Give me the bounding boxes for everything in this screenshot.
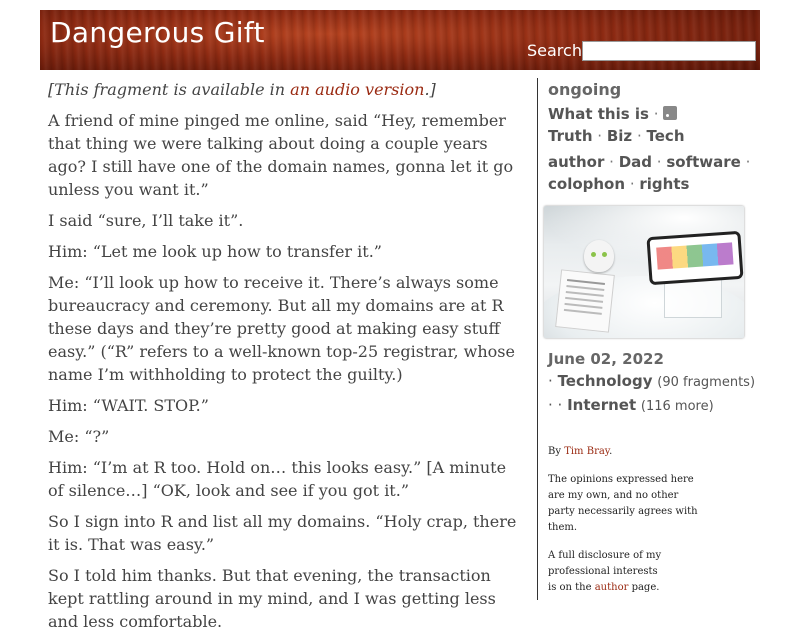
year-link[interactable]: 2022 xyxy=(622,350,664,368)
opinions-disclaimer: The opinions expressed here are my own, … xyxy=(548,474,698,533)
paragraph: A friend of mine pinged me online, said … xyxy=(48,111,514,199)
paragraph: Me: “?” xyxy=(48,427,110,446)
phone-display xyxy=(646,230,744,286)
nav-colophon[interactable]: colophon xyxy=(548,175,625,193)
paragraph: I said “sure, I’ll take it”. xyxy=(48,211,244,230)
paragraph: Me: “I’ll look up how to receive it. The… xyxy=(48,273,515,384)
android-robot-figure xyxy=(584,240,614,272)
paragraph: So I told him thanks. But that evening, … xyxy=(48,566,496,631)
page-title: Dangerous Gift xyxy=(50,16,265,49)
sidebar: ongoing What this is · Truth · Biz · Tec… xyxy=(544,78,788,593)
paragraph: Him: “I’m at R too. Hold on… this looks … xyxy=(48,458,507,500)
search-input[interactable] xyxy=(582,41,756,61)
paragraph: Him: “Let me look up how to transfer it.… xyxy=(48,242,382,261)
nav-dad[interactable]: Dad xyxy=(619,153,652,171)
byline: By Tim Bray. xyxy=(548,446,613,457)
article-date: June 02, 2022 xyxy=(548,350,664,368)
article-meta: June 02, 2022 · Technology (90 fragments… xyxy=(548,348,788,418)
site-nav: What this is · Truth · Biz · Tech author… xyxy=(548,105,751,193)
category-link-technology[interactable]: Technology xyxy=(558,372,653,390)
date-link[interactable]: June 02 xyxy=(548,350,611,368)
header-banner: Dangerous Gift Search xyxy=(40,10,760,70)
audio-version-link[interactable]: an audio version xyxy=(290,80,424,99)
nav-author[interactable]: author xyxy=(548,153,604,171)
nav-rights[interactable]: rights xyxy=(639,175,689,193)
nav-biz[interactable]: Biz xyxy=(607,127,632,145)
search-label: Search xyxy=(527,41,582,60)
article-body: [This fragment is available in an audio … xyxy=(48,78,524,641)
nav-what-this-is[interactable]: What this is xyxy=(548,105,649,123)
paragraph: So I sign into R and list all my domains… xyxy=(48,512,517,554)
audio-note: [This fragment is available in an audio … xyxy=(48,80,436,99)
paragraph: Him: “WAIT. STOP.” xyxy=(48,396,209,415)
rss-icon[interactable] xyxy=(663,106,678,120)
category-link-internet[interactable]: Internet xyxy=(567,396,636,414)
author-name-link[interactable]: Tim Bray xyxy=(564,446,609,457)
category-internet: · · Internet (116 more) xyxy=(548,396,714,414)
site-title[interactable]: ongoing xyxy=(548,80,788,99)
nav-tech[interactable]: Tech xyxy=(647,127,685,145)
column-divider xyxy=(537,78,538,600)
disclosure-note: A full disclosure of my professional int… xyxy=(548,550,662,593)
nav-software[interactable]: software xyxy=(666,153,740,171)
author-page-link[interactable]: author xyxy=(595,582,629,593)
category-technology: · Technology (90 fragments) xyxy=(548,372,756,390)
article-photo[interactable] xyxy=(544,206,744,338)
nav-truth[interactable]: Truth xyxy=(548,127,593,145)
sidebar-fine-print: By Tim Bray. The opinions expressed here… xyxy=(548,444,748,608)
